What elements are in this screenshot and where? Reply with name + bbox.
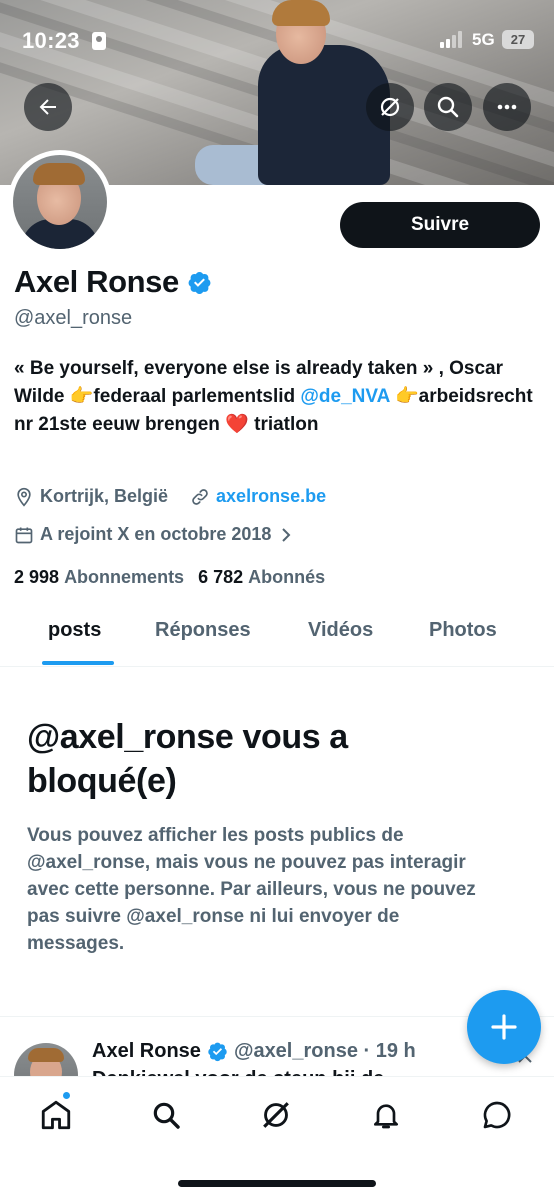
id-card-icon bbox=[92, 32, 106, 50]
location-text: Kortrijk, België bbox=[40, 486, 169, 506]
compose-button[interactable] bbox=[467, 990, 541, 1064]
tab-posts[interactable]: posts bbox=[48, 619, 101, 642]
more-button[interactable] bbox=[483, 83, 531, 131]
network-label: 5G bbox=[472, 30, 495, 49]
profile-name: Axel Ronse bbox=[14, 264, 179, 299]
chevron-right-icon bbox=[282, 527, 291, 542]
blocked-body: Vous pouvez afficher les posts publics d… bbox=[27, 825, 476, 954]
profile-handle: @axel_ronse bbox=[14, 307, 133, 329]
clock: 10:23 bbox=[22, 28, 80, 53]
notification-dot bbox=[62, 1091, 71, 1100]
tab-videos[interactable]: Vidéos bbox=[308, 619, 373, 642]
nav-messages[interactable] bbox=[477, 1095, 517, 1135]
profile-bio: « Be yourself, everyone else is already … bbox=[14, 355, 544, 439]
home-icon bbox=[41, 1100, 71, 1130]
grok-icon bbox=[380, 97, 400, 117]
verified-badge-icon[interactable] bbox=[187, 270, 212, 295]
follow-button[interactable]: Suivre bbox=[340, 202, 540, 248]
profile-name-row: Axel Ronse bbox=[14, 264, 212, 300]
bell-icon bbox=[374, 1104, 398, 1129]
battery-icon: 27 bbox=[502, 30, 534, 49]
following-count[interactable]: 2 998 Abonnements bbox=[14, 567, 184, 588]
status-bar: 10:23 5G 27 bbox=[0, 20, 554, 60]
nav-home[interactable] bbox=[36, 1095, 76, 1135]
search-icon bbox=[153, 1102, 180, 1129]
signal-icon bbox=[440, 30, 464, 48]
joined-row[interactable]: A rejoint X en octobre 2018 bbox=[14, 524, 299, 545]
profile-tabs: posts Réponses Vidéos Photos bbox=[0, 605, 554, 667]
post-handle-time: @axel_ronse · 19 h bbox=[233, 1040, 416, 1062]
active-tab-indicator bbox=[42, 661, 114, 665]
blocked-title: @axel_ronse vous a bloqué(e) bbox=[27, 718, 348, 800]
nav-notifications[interactable] bbox=[366, 1095, 406, 1135]
search-button[interactable] bbox=[424, 83, 472, 131]
nav-search[interactable] bbox=[146, 1095, 186, 1135]
back-arrow-icon bbox=[39, 99, 56, 115]
location-icon bbox=[17, 487, 31, 507]
tab-replies[interactable]: Réponses bbox=[155, 619, 251, 642]
website-link[interactable]: axelronse.be bbox=[216, 486, 326, 507]
avatar[interactable] bbox=[13, 155, 107, 249]
calendar-icon bbox=[15, 527, 33, 543]
followers-count[interactable]: 6 782 Abonnés bbox=[198, 567, 325, 588]
grok-button[interactable] bbox=[366, 83, 414, 131]
follow-counts: 2 998 Abonnements 6 782 Abonnés bbox=[14, 567, 325, 588]
profile-meta-row: Kortrijk, België axelronse.be bbox=[14, 486, 326, 507]
bio-mention-link[interactable]: @de_NVA bbox=[300, 386, 389, 407]
post-header: Axel Ronse @axel_ronse · 19 h bbox=[92, 1040, 416, 1063]
nav-grok[interactable] bbox=[256, 1095, 296, 1135]
grok-icon bbox=[263, 1102, 289, 1128]
plus-icon bbox=[491, 1014, 517, 1040]
more-icon bbox=[497, 104, 517, 110]
search-icon bbox=[437, 96, 459, 118]
back-button[interactable] bbox=[24, 83, 72, 131]
link-icon bbox=[192, 488, 208, 505]
tab-photos[interactable]: Photos bbox=[429, 619, 497, 642]
verified-badge-icon bbox=[208, 1042, 227, 1062]
chat-icon bbox=[483, 1101, 511, 1129]
post-author-name[interactable]: Axel Ronse bbox=[92, 1040, 201, 1063]
joined-text: A rejoint X en octobre 2018 bbox=[40, 524, 272, 544]
home-indicator bbox=[178, 1180, 376, 1187]
